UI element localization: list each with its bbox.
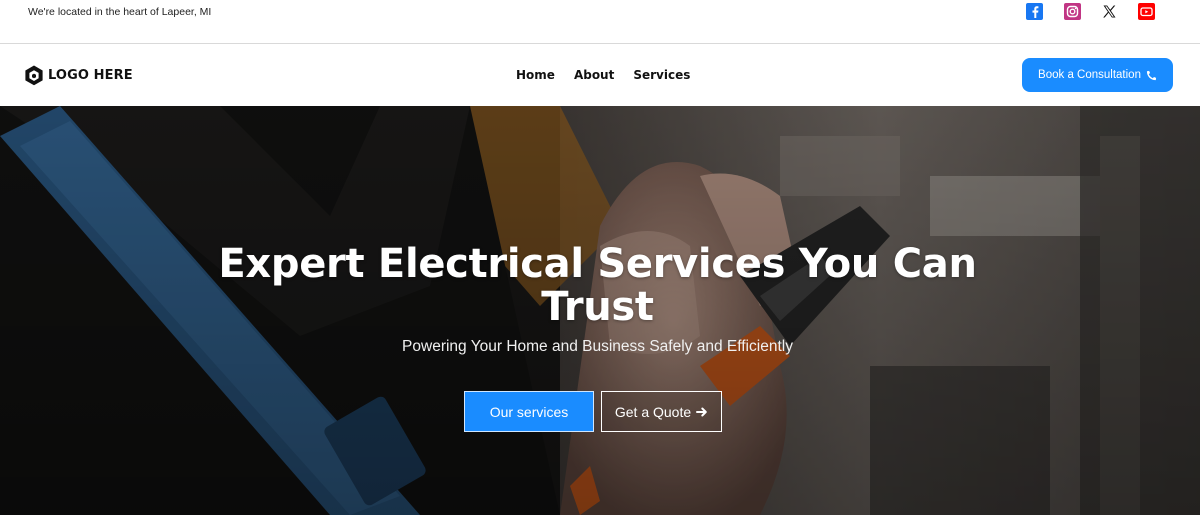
book-consultation-button[interactable]: Book a Consultation [1022, 58, 1173, 92]
hero-title-line2: Trust [541, 284, 654, 330]
youtube-link[interactable] [1138, 3, 1155, 20]
logo-text: LOGO HERE [48, 67, 133, 83]
x-twitter-icon [1103, 5, 1116, 18]
arrow-right-icon [696, 407, 707, 416]
phone-icon [1146, 70, 1157, 80]
hero-title-line1: Expert Electrical Services You Can [218, 241, 977, 287]
youtube-icon [1140, 7, 1153, 17]
our-services-label: Our services [489, 403, 569, 420]
logo-hexagon-icon [25, 65, 43, 86]
facebook-link[interactable] [1026, 3, 1043, 20]
our-services-button[interactable]: Our services [464, 391, 594, 432]
nav-services[interactable]: Services [633, 68, 690, 82]
get-quote-label: Get a Quote [614, 403, 692, 420]
get-quote-button[interactable]: Get a Quote [601, 391, 722, 432]
x-twitter-link[interactable] [1101, 3, 1118, 20]
main-nav: Home About Services [516, 68, 690, 82]
facebook-icon [1032, 5, 1038, 18]
instagram-icon [1066, 5, 1079, 18]
site-logo[interactable]: LOGO HERE [23, 64, 133, 86]
nav-about[interactable]: About [574, 68, 614, 82]
top-bar: We're located in the heart of Lapeer, MI [0, 0, 1200, 44]
hero-title: Expert Electrical Services You Can Trust [200, 243, 995, 329]
book-consultation-label: Book a Consultation [1038, 69, 1141, 81]
instagram-link[interactable] [1064, 3, 1081, 20]
location-text: We're located in the heart of Lapeer, MI [28, 6, 212, 18]
hero-subtitle: Powering Your Home and Business Safely a… [402, 338, 793, 355]
nav-home[interactable]: Home [516, 68, 555, 82]
hero-section: Expert Electrical Services You Can Trust… [0, 106, 1200, 515]
site-header: LOGO HERE Home About Services Book a Con… [0, 45, 1200, 105]
